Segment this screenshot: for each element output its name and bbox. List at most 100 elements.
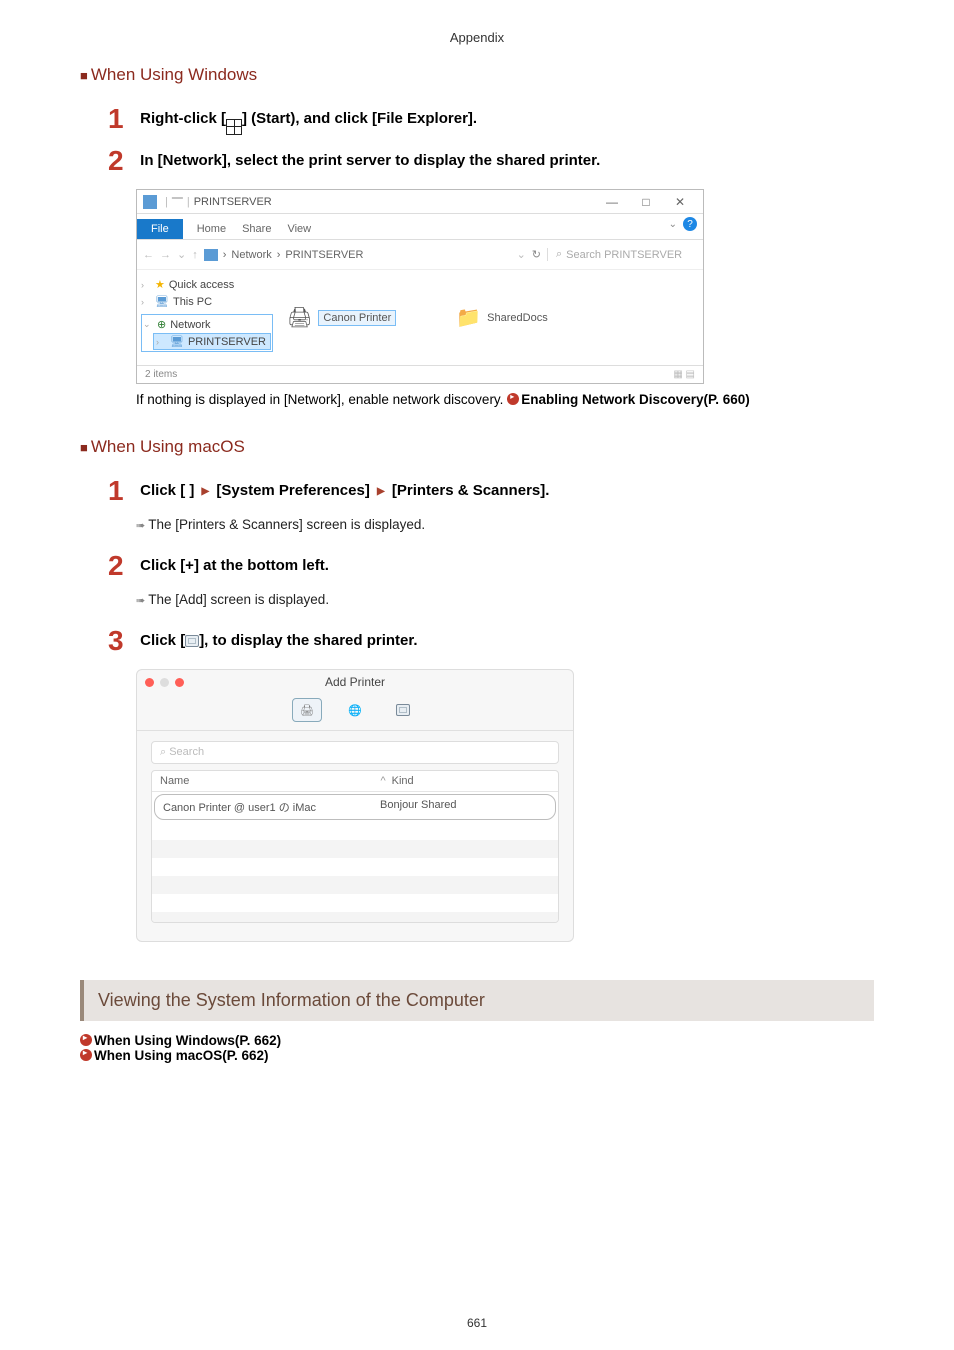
windows-explorer-screenshot: | ⎻ | PRINTSERVER — □ ✕ File Home Share … [136, 189, 704, 384]
text: [System Preferences] [212, 482, 374, 499]
back-button[interactable]: ← [143, 249, 154, 261]
macos-add-printer-screenshot: Add Printer 🖨 🌐 ⌕ Search Name ^Kind Cano… [136, 669, 574, 942]
content-item-folder[interactable]: 📁 SharedDocs [456, 278, 547, 357]
titlebar: | ⎻ | PRINTSERVER — □ ✕ [137, 190, 703, 214]
up-button[interactable]: ↑ [192, 249, 198, 261]
content-item-printer[interactable]: 🖨 Canon Printer [287, 278, 396, 357]
col-name[interactable]: Name [160, 775, 380, 787]
label: This PC [173, 296, 212, 308]
note: If nothing is displayed in [Network], en… [136, 392, 874, 407]
tree-printserver[interactable]: ›🖥PRINTSERVER [153, 333, 271, 350]
link-macos[interactable]: When Using macOS(P. 662) [80, 1048, 874, 1063]
view-icons[interactable]: ▦ ▤ [673, 369, 695, 380]
forward-button[interactable]: → [160, 249, 171, 261]
globe-icon: 🌐 [348, 704, 362, 717]
mac-body: ⌕ Search Name ^Kind Canon Printer @ user… [137, 731, 573, 927]
pc-icon: 🖥 [155, 295, 169, 308]
printer-table: Name ^Kind Canon Printer @ user1 の iMac … [151, 770, 559, 923]
link-bullet-icon [80, 1034, 92, 1046]
step-number: 2 [108, 550, 136, 582]
arrow-icon: ▶ [202, 486, 210, 497]
refresh-button[interactable]: ↻ [532, 248, 541, 261]
mac-toolbar: 🖨 🌐 [137, 694, 573, 731]
star-icon: ★ [155, 278, 165, 291]
highlighted-tree-group: ⌄⊕Network ›🖥PRINTSERVER [141, 314, 273, 352]
address-dropdown[interactable]: ⌄ [517, 248, 526, 261]
step-text: Right-click [ ] (Start), and click [File … [140, 103, 477, 135]
windows-share-icon [185, 635, 199, 647]
minimize-button[interactable]: — [595, 195, 629, 209]
search-box[interactable]: ⌕ Search PRINTSERVER [547, 248, 697, 261]
view-tab[interactable]: View [285, 219, 313, 239]
breadcrumb-server[interactable]: PRINTSERVER [285, 249, 363, 261]
step-text: Click [ ] ▶ [System Preferences] ▶ [Prin… [140, 475, 549, 499]
step-row: 2 Click [+] at the bottom left. [108, 550, 874, 582]
home-tab[interactable]: Home [195, 219, 228, 239]
section-heading-macos: When Using macOS [80, 437, 874, 457]
maximize-button[interactable]: □ [629, 195, 663, 209]
step-description: ➠The [Printers & Scanners] screen is dis… [136, 517, 874, 532]
text: The [Add] screen is displayed. [148, 592, 329, 607]
mac-titlebar: Add Printer [137, 670, 573, 694]
tree-network[interactable]: ⌄⊕Network [143, 316, 271, 333]
share-tab[interactable]: Share [240, 219, 273, 239]
col-kind[interactable]: ^Kind [380, 775, 550, 787]
link-bullet-icon [507, 393, 519, 405]
folder-icon: 📁 [456, 305, 481, 330]
label: PRINTSERVER [188, 336, 266, 348]
window-title: Add Printer [137, 675, 573, 689]
link-bullet-icon [80, 1049, 92, 1061]
step-row: 1 Click [ ] ▶ [System Preferences] ▶ [Pr… [108, 475, 874, 507]
step-row: 1 Right-click [ ] (Start), and click [Fil… [108, 103, 874, 135]
tree-this-pc[interactable]: ›🖥This PC [141, 293, 273, 310]
collapse-ribbon-icon[interactable]: ⌄ [669, 219, 677, 230]
windows-tab-button[interactable] [388, 698, 418, 722]
step-number: 2 [108, 145, 136, 177]
label: Quick access [169, 279, 234, 291]
section-band: Viewing the System Information of the Co… [80, 980, 874, 1021]
text: Right-click [ [140, 110, 226, 127]
quick-access-toolbar: ⎻ [172, 195, 183, 208]
placeholder: Search [169, 746, 204, 758]
content-pane: 🖨 Canon Printer 📁 SharedDocs [277, 270, 703, 365]
breadcrumb-network[interactable]: Network [231, 249, 271, 261]
network-icon: ⊕ [157, 318, 166, 331]
step-text: In [Network], select the print server to… [140, 145, 600, 169]
divider: | [165, 196, 168, 208]
step-row: 3 Click [], to display the shared printe… [108, 625, 874, 657]
step-number: 1 [108, 103, 136, 135]
link-windows[interactable]: When Using Windows(P. 662) [80, 1033, 874, 1048]
default-tab-button[interactable]: 🖨 [292, 698, 322, 722]
search-field[interactable]: ⌕ Search [151, 741, 559, 764]
label: Kind [392, 775, 414, 787]
cell-kind: Bonjour Shared [380, 799, 547, 815]
text: If nothing is displayed in [Network], en… [136, 392, 507, 407]
help-icon[interactable]: ? [683, 217, 697, 231]
arrow-icon: ➠ [136, 595, 145, 607]
arrow-icon: ▶ [377, 486, 385, 497]
window-title: PRINTSERVER [194, 196, 272, 208]
file-tab[interactable]: File [137, 219, 183, 239]
table-empty-rows [152, 822, 558, 922]
page-number: 661 [0, 1316, 954, 1330]
printer-icon: 🖨 [287, 305, 312, 330]
table-row[interactable]: Canon Printer @ user1 の iMac Bonjour Sha… [154, 794, 556, 820]
ribbon: File Home Share View ⌄ ? [137, 214, 703, 240]
ip-tab-button[interactable]: 🌐 [340, 698, 370, 722]
step-text: Click [+] at the bottom left. [140, 550, 329, 574]
text: ] (Start), and click [File Explorer]. [242, 110, 477, 127]
search-icon: ⌕ [556, 248, 562, 261]
address-bar[interactable]: › Network › PRINTSERVER [204, 249, 511, 261]
pc-icon [204, 249, 218, 261]
section-heading-windows: When Using Windows [80, 65, 874, 85]
tree-quick-access[interactable]: ›★Quick access [141, 276, 273, 293]
label: Network [170, 319, 210, 331]
search-placeholder: Search PRINTSERVER [566, 249, 682, 261]
recent-dropdown[interactable]: ⌄ [177, 248, 186, 261]
page-header: Appendix [80, 30, 874, 45]
search-icon: ⌕ [160, 746, 169, 758]
close-button[interactable]: ✕ [663, 195, 697, 209]
text: Click [ [140, 632, 185, 649]
link-enabling-discovery[interactable]: Enabling Network Discovery(P. 660) [521, 392, 750, 407]
server-icon: 🖥 [170, 335, 184, 348]
